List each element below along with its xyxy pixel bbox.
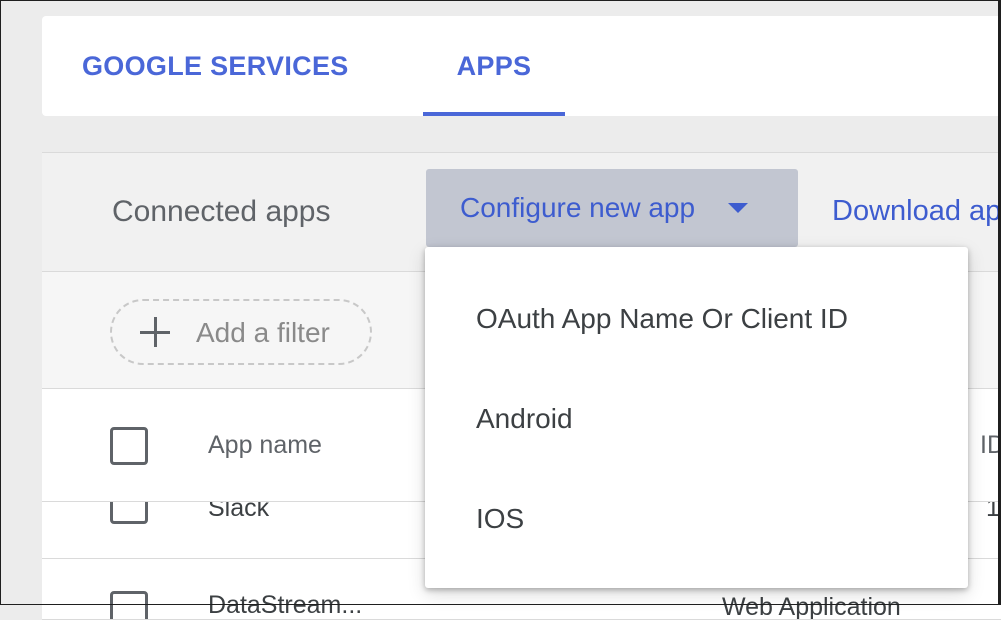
row-checkbox[interactable] (110, 502, 148, 524)
row-app-type: Web Application (722, 593, 901, 620)
row-app-name: Slack (208, 502, 270, 522)
menu-item-android[interactable]: Android (425, 369, 968, 469)
menu-item-label: IOS (476, 503, 525, 534)
download-apps-link[interactable]: Download ap (832, 195, 1001, 228)
menu-item-ios[interactable]: IOS (425, 469, 968, 569)
row-app-id: 1 (986, 502, 1000, 522)
add-filter-label: Add a filter (196, 317, 330, 348)
menu-item-label: Android (476, 403, 573, 434)
add-filter-button[interactable]: Add a filter (110, 299, 372, 365)
column-header-app-name[interactable]: App name (208, 431, 322, 460)
select-all-checkbox[interactable] (110, 427, 148, 465)
caret-down-icon (728, 203, 748, 213)
menu-item-oauth-app[interactable]: OAuth App Name Or Client ID (425, 269, 968, 369)
tab-google-services[interactable]: GOOGLE SERVICES (82, 16, 349, 116)
plus-icon (140, 317, 170, 347)
tab-apps[interactable]: APPS (423, 16, 565, 116)
configure-new-app-label: Configure new app (460, 192, 696, 223)
menu-item-label: OAuth App Name Or Client ID (476, 303, 848, 334)
tabs-bar: GOOGLE SERVICES APPS (42, 16, 1001, 116)
column-header-id[interactable]: ID (980, 431, 1001, 460)
active-tab-indicator (423, 112, 565, 116)
page-title: Connected apps (112, 195, 331, 228)
row-checkbox[interactable] (110, 591, 148, 619)
row-app-name: DataStream... (208, 591, 363, 619)
configure-new-app-button[interactable]: Configure new app (426, 169, 798, 247)
configure-app-dropdown-menu: OAuth App Name Or Client ID Android IOS (425, 247, 968, 588)
